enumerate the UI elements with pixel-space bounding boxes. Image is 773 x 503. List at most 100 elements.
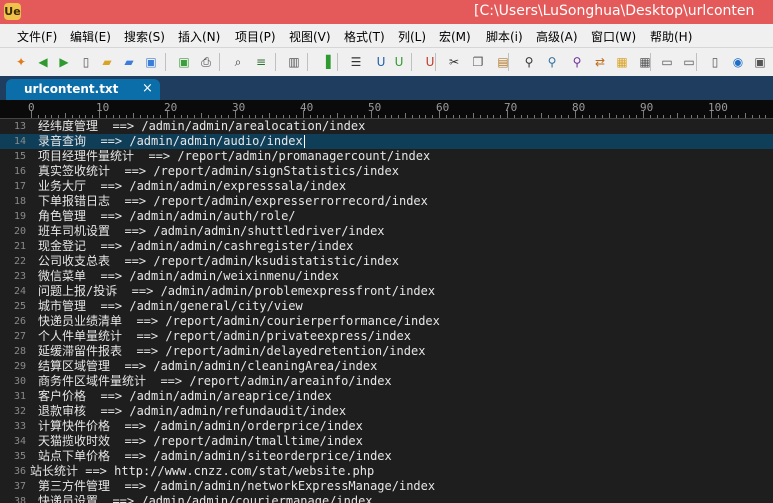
editor-line[interactable]: 13 经纬度管理 ==> /admin/admin/arealocation/in…: [0, 119, 773, 134]
editor-line[interactable]: 37 第三方件管理 ==> /admin/admin/networkExpress…: [0, 479, 773, 494]
editor-line[interactable]: 27 个人件单量统计 ==> /report/admin/privateexpre…: [0, 329, 773, 344]
save-all-icon[interactable]: ▣: [175, 53, 193, 71]
screenshot-icon[interactable]: ▣: [751, 53, 769, 71]
menu-item-2[interactable]: 搜索(S): [124, 28, 165, 45]
menu-item-12[interactable]: 帮助(H): [650, 28, 692, 45]
word-wrap-icon[interactable]: ≡: [252, 53, 270, 71]
window-list-icon[interactable]: ▭: [658, 53, 676, 71]
menu-item-3[interactable]: 插入(N): [178, 28, 220, 45]
open-recent-icon[interactable]: ▰: [120, 53, 138, 71]
editor-line[interactable]: 35 站点下单价格 ==> /admin/admin/siteorderprice…: [0, 449, 773, 464]
line-text[interactable]: 快递员设置 ==> /admin/admin/couriermanage/ind…: [38, 494, 373, 503]
line-text[interactable]: 班车司机设置 ==> /admin/admin/shuttledriver/in…: [38, 224, 385, 239]
replace-icon[interactable]: ⇄: [591, 53, 609, 71]
line-text[interactable]: 下单报错日志 ==> /report/admin/expresserrorrec…: [38, 194, 428, 209]
new-file-icon[interactable]: ▯: [77, 53, 95, 71]
menu-item-6[interactable]: 格式(T): [344, 28, 385, 45]
menu-item-4[interactable]: 项目(P): [235, 28, 276, 45]
editor-line[interactable]: 22 公司收支总表 ==> /report/admin/ksudistatisti…: [0, 254, 773, 269]
editor-line[interactable]: 19 角色管理 ==> /admin/admin/auth/role/: [0, 209, 773, 224]
editor-line[interactable]: 36 站长统计 ==> http://www.cnzz.com/stat/webs…: [0, 464, 773, 479]
line-text[interactable]: 现金登记 ==> /admin/admin/cashregister/index: [38, 239, 353, 254]
editor-line[interactable]: 21 现金登记 ==> /admin/admin/cashregister/ind…: [0, 239, 773, 254]
u-mac-icon[interactable]: U: [421, 53, 439, 71]
hex-edit-icon[interactable]: ▥: [285, 53, 303, 71]
paste-icon[interactable]: ▤: [494, 53, 512, 71]
line-text[interactable]: 角色管理 ==> /admin/admin/auth/role/: [38, 209, 296, 224]
list-lines-icon[interactable]: ☰: [347, 53, 365, 71]
tile-vertical-icon[interactable]: ▯: [706, 53, 724, 71]
editor-line[interactable]: 34 天猫揽收时效 ==> /report/admin/tmalltime/ind…: [0, 434, 773, 449]
line-text[interactable]: 项目经理件量统计 ==> /report/admin/promanagercou…: [38, 149, 430, 164]
menu-item-9[interactable]: 脚本(i): [486, 28, 523, 45]
menu-item-0[interactable]: 文件(F): [17, 28, 57, 45]
line-text[interactable]: 第三方件管理 ==> /admin/admin/networkExpressMa…: [38, 479, 435, 494]
text-editor[interactable]: 13 经纬度管理 ==> /admin/admin/arealocation/in…: [0, 119, 773, 503]
line-text[interactable]: 经纬度管理 ==> /admin/admin/arealocation/inde…: [38, 119, 365, 134]
save-icon[interactable]: ▣: [142, 53, 160, 71]
line-text[interactable]: 退款审核 ==> /admin/admin/refundaudit/index: [38, 404, 346, 419]
editor-line[interactable]: 14 录音查询 ==> /admin/admin/audio/index: [0, 134, 773, 149]
replace-in-files-icon[interactable]: ▦: [636, 53, 654, 71]
toolbar-separator: [650, 53, 651, 71]
editor-line[interactable]: 33 计算快件价格 ==> /admin/admin/orderprice/ind…: [0, 419, 773, 434]
line-text[interactable]: 业务大厅 ==> /admin/admin/expresssala/index: [38, 179, 346, 194]
editor-line[interactable]: 17 业务大厅 ==> /admin/admin/expresssala/inde…: [0, 179, 773, 194]
print-preview-icon[interactable]: ⌕: [229, 53, 247, 71]
menu-item-10[interactable]: 高级(A): [536, 28, 578, 45]
print-icon[interactable]: ⎙: [197, 53, 215, 71]
line-text[interactable]: 城市管理 ==> /admin/general/city/view: [38, 299, 303, 314]
editor-line[interactable]: 28 延缓滞留件报表 ==> /report/admin/delayedreten…: [0, 344, 773, 359]
line-text[interactable]: 站点下单价格 ==> /admin/admin/siteorderprice/i…: [38, 449, 392, 464]
line-text[interactable]: 公司收支总表 ==> /report/admin/ksudistatistic/…: [38, 254, 399, 269]
editor-line[interactable]: 29 结算区域管理 ==> /admin/admin/cleaningArea/i…: [0, 359, 773, 374]
editor-line[interactable]: 30 商务件区域件量统计 ==> /report/admin/areainfo/i…: [0, 374, 773, 389]
browser-icon[interactable]: ◉: [729, 53, 747, 71]
column-mode-icon[interactable]: ▐: [317, 53, 335, 71]
find-prev-icon[interactable]: ⚲: [568, 53, 586, 71]
menu-item-8[interactable]: 宏(M): [439, 28, 471, 45]
copy-icon[interactable]: ❐: [469, 53, 487, 71]
new-wizard-icon[interactable]: ✦: [12, 53, 30, 71]
cut-icon[interactable]: ✂: [445, 53, 463, 71]
u-unix-icon[interactable]: U: [390, 53, 408, 71]
line-text[interactable]: 快递员业绩清单 ==> /report/admin/courierperform…: [38, 314, 440, 329]
find-in-files-icon[interactable]: ▦: [613, 53, 631, 71]
line-text[interactable]: 结算区域管理 ==> /admin/admin/cleaningArea/ind…: [38, 359, 377, 374]
back-icon[interactable]: ◀: [34, 53, 52, 71]
menu-item-7[interactable]: 列(L): [398, 28, 426, 45]
editor-line[interactable]: 25 城市管理 ==> /admin/general/city/view: [0, 299, 773, 314]
menu-item-1[interactable]: 编辑(E): [70, 28, 111, 45]
editor-line[interactable]: 31 客户价格 ==> /admin/admin/areaprice/index: [0, 389, 773, 404]
line-text[interactable]: 客户价格 ==> /admin/admin/areaprice/index: [38, 389, 332, 404]
line-text[interactable]: 计算快件价格 ==> /admin/admin/orderprice/index: [38, 419, 363, 434]
line-text[interactable]: 商务件区域件量统计 ==> /report/admin/areainfo/ind…: [38, 374, 392, 389]
find-icon[interactable]: ⚲: [520, 53, 538, 71]
line-text[interactable]: 录音查询 ==> /admin/admin/audio/index: [38, 134, 303, 149]
editor-line[interactable]: 15 项目经理件量统计 ==> /report/admin/promanagerc…: [0, 149, 773, 164]
line-text[interactable]: 站长统计 ==> http://www.cnzz.com/stat/websit…: [30, 464, 374, 479]
line-text[interactable]: 微信菜单 ==> /admin/admin/weixinmenu/index: [38, 269, 339, 284]
editor-line[interactable]: 16 真实签收统计 ==> /report/admin/signStatistic…: [0, 164, 773, 179]
tab-urlcontent[interactable]: urlcontent.txt ×: [6, 79, 160, 100]
open-folder-icon[interactable]: ▰: [98, 53, 116, 71]
editor-line[interactable]: 23 微信菜单 ==> /admin/admin/weixinmenu/index: [0, 269, 773, 284]
find-next-icon[interactable]: ⚲: [543, 53, 561, 71]
editor-line[interactable]: 38 快递员设置 ==> /admin/admin/couriermanage/i…: [0, 494, 773, 503]
editor-line[interactable]: 20 班车司机设置 ==> /admin/admin/shuttledriver/…: [0, 224, 773, 239]
line-text[interactable]: 延缓滞留件报表 ==> /report/admin/delayedretenti…: [38, 344, 425, 359]
editor-line[interactable]: 26 快递员业绩清单 ==> /report/admin/courierperfo…: [0, 314, 773, 329]
forward-icon[interactable]: ▶: [55, 53, 73, 71]
ultraedit-logo-icon[interactable]: Ue: [4, 3, 21, 20]
u-dos-icon[interactable]: U: [372, 53, 390, 71]
editor-line[interactable]: 18 下单报错日志 ==> /report/admin/expresserrorr…: [0, 194, 773, 209]
editor-line[interactable]: 24 问题上报/投诉 ==> /admin/admin/problemexpres…: [0, 284, 773, 299]
line-text[interactable]: 问题上报/投诉 ==> /admin/admin/problemexpressf…: [38, 284, 435, 299]
menu-item-11[interactable]: 窗口(W): [591, 28, 636, 45]
editor-line[interactable]: 32 退款审核 ==> /admin/admin/refundaudit/inde…: [0, 404, 773, 419]
line-text[interactable]: 真实签收统计 ==> /report/admin/signStatistics/…: [38, 164, 399, 179]
close-icon[interactable]: ×: [142, 81, 153, 96]
line-text[interactable]: 个人件单量统计 ==> /report/admin/privateexpress…: [38, 329, 411, 344]
menu-item-5[interactable]: 视图(V): [289, 28, 331, 45]
line-text[interactable]: 天猫揽收时效 ==> /report/admin/tmalltime/index: [38, 434, 363, 449]
